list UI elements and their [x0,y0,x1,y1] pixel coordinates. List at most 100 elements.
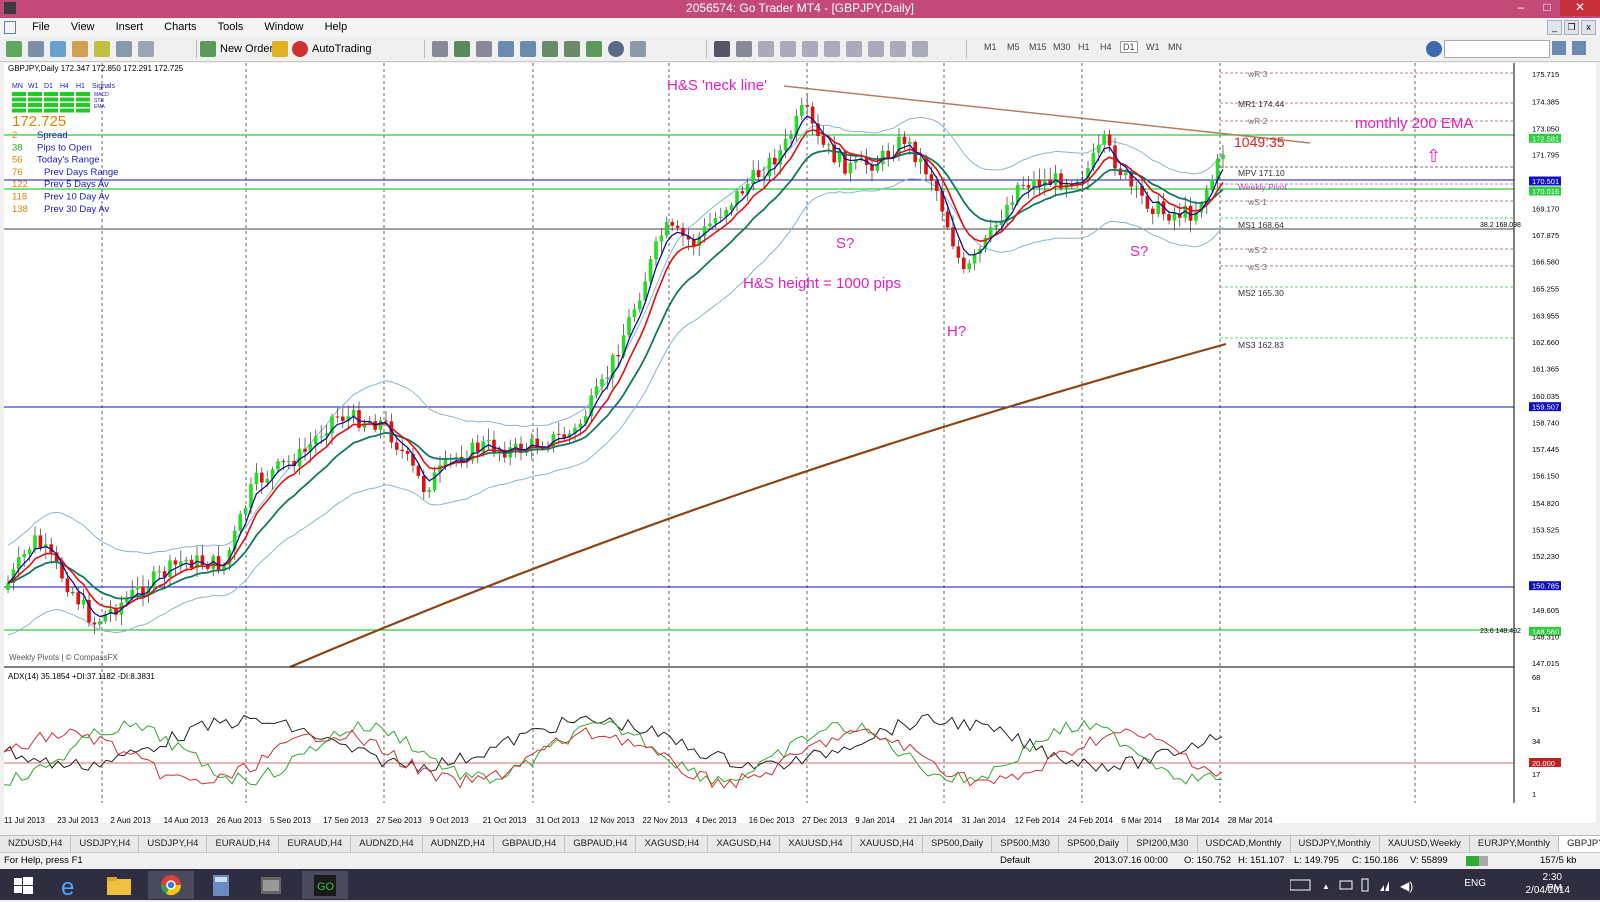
chart-tab[interactable]: XAGUSD,H4 [636,836,709,853]
line-chart-icon[interactable] [476,41,492,57]
network-icon[interactable] [1380,881,1389,891]
show-hidden-icon[interactable]: ▲ [1322,882,1330,891]
timeframe-h4[interactable]: H4 [1100,42,1112,52]
timeframe-mn[interactable]: MN [1168,42,1182,52]
zoom-out-icon[interactable] [520,41,536,57]
menu-charts[interactable]: Charts [155,18,205,37]
chart-tab[interactable]: SP500,M30 [992,836,1059,853]
new-chart-icon[interactable] [6,41,22,57]
film-button[interactable] [248,871,294,899]
timeframe-m1[interactable]: M1 [984,42,997,52]
periods-icon[interactable] [608,41,624,57]
mt4-button[interactable]: GO [302,871,348,899]
search-input[interactable] [1444,40,1550,58]
chart-tab[interactable]: SP500,Daily [1059,836,1129,853]
close-button[interactable]: ✕ [1560,0,1600,16]
label-icon[interactable] [890,41,906,57]
clock-date[interactable]: 2/04/2014 [1526,885,1571,896]
minimize-button[interactable]: – [1508,0,1534,16]
stat-label-6: Prev 30 Day Av [44,204,110,215]
document-icon[interactable] [4,21,16,34]
navigator-icon[interactable] [72,41,88,57]
chart-window[interactable]: 175.715 174.385 173.050 171.795 170.501 170.0… [3,63,1596,825]
chart-tab[interactable]: AUDNZD,H4 [351,836,423,853]
vertical-line-icon[interactable] [758,41,774,57]
volume-icon[interactable]: ◀) [1400,879,1413,893]
zoom-in-icon[interactable] [498,41,514,57]
arrows-icon[interactable] [912,41,928,57]
crosshair-icon[interactable] [736,41,752,57]
menu-tools[interactable]: Tools [209,18,253,37]
cursor-icon[interactable] [714,41,730,57]
chart-tab[interactable]: SP500,Daily [923,836,993,853]
chart-tab[interactable]: USDJPY,Monthly [1291,836,1380,853]
mdi-restore-button[interactable]: ❐ [1564,20,1579,35]
terminal-icon[interactable] [116,41,132,57]
chart-tab[interactable]: USDCAD,Monthly [1198,836,1291,853]
new-order-button[interactable]: New Order [200,41,273,57]
maximize-button[interactable]: □ [1534,0,1560,16]
language-indicator[interactable]: ENG [1464,878,1486,889]
keyboard-icon[interactable] [1290,879,1311,891]
chart-tab[interactable]: GBPAUD,H4 [565,836,637,853]
chat-icon[interactable] [1572,41,1586,55]
candle-body-61 [335,416,340,418]
chart-tab[interactable]: GBPAUD,H4 [494,836,566,853]
market-watch-icon[interactable] [50,41,66,57]
menu-view[interactable]: View [62,18,104,37]
chrome-button[interactable] [148,871,194,899]
stat-label-0: Spread [37,130,68,141]
fibonacci-icon[interactable] [846,41,862,57]
chart-tab[interactable]: EURAUD,H4 [207,836,280,853]
tester-icon[interactable] [138,41,154,57]
search-icon[interactable] [1552,41,1566,55]
calculator-button[interactable] [198,871,244,899]
settings-icon[interactable] [1426,41,1442,57]
chart-shift-icon[interactable] [564,41,580,57]
templates-icon[interactable] [630,41,646,57]
chart-tab[interactable]: USDJPY,H4 [71,836,140,853]
chart-tab[interactable]: NZDUSD,H4 [0,836,72,853]
bar-chart-icon[interactable] [432,41,448,57]
chart-tab[interactable]: GBPJPY,Daily [1559,836,1600,853]
start-button[interactable] [0,871,46,899]
auto-scroll-icon[interactable] [542,41,558,57]
chart-tab[interactable]: AUDNZD,H4 [423,836,495,853]
timeframe-w1[interactable]: W1 [1146,42,1160,52]
chart-tab[interactable]: XAUUSD,Weekly [1380,836,1470,853]
price-chart[interactable]: 175.715 174.385 173.050 171.795 170.501170.0… [3,63,1596,825]
mdi-close-button[interactable]: x [1581,20,1596,35]
chart-tools [432,41,652,57]
mdi-minimize-button[interactable]: _ [1547,20,1562,35]
timeframe-m15[interactable]: M15 [1029,42,1047,52]
channel-icon[interactable] [824,41,840,57]
timeframe-m5[interactable]: M5 [1007,42,1020,52]
chart-tab[interactable]: USDJPY,H4 [139,836,208,853]
chart-tab[interactable]: EURAUD,H4 [279,836,352,853]
chart-tab[interactable]: SPI200,M30 [1128,836,1198,853]
chart-tab[interactable]: XAUUSD,H4 [852,836,923,853]
trendline-icon[interactable] [802,41,818,57]
timeframe-h1[interactable]: H1 [1078,42,1090,52]
profiles-icon[interactable] [28,41,44,57]
action-center-icon[interactable] [1339,880,1353,890]
indicators-icon[interactable] [586,41,602,57]
menu-insert[interactable]: Insert [107,18,153,37]
status-profile[interactable]: Default [1000,855,1030,866]
timeframe-d1[interactable]: D1 [1120,41,1138,53]
ie-button[interactable]: e [48,871,94,901]
autotrading-button[interactable]: AutoTrading [272,41,372,57]
text-icon[interactable] [868,41,884,57]
candlestick-icon[interactable] [454,41,470,57]
menu-window[interactable]: Window [255,18,312,37]
menu-file[interactable]: File [23,18,59,37]
timeframe-m30[interactable]: M30 [1053,42,1071,52]
chart-tab[interactable]: EURJPY,Monthly [1470,836,1560,853]
menu-help[interactable]: Help [316,18,357,37]
chart-tab[interactable]: XAGUSD,H4 [708,836,781,853]
horizontal-line-icon[interactable] [780,41,796,57]
explorer-button[interactable] [96,871,142,899]
data-window-icon[interactable] [94,41,110,57]
battery-icon[interactable] [1361,878,1369,892]
chart-tab[interactable]: XAUUSD,H4 [780,836,852,853]
